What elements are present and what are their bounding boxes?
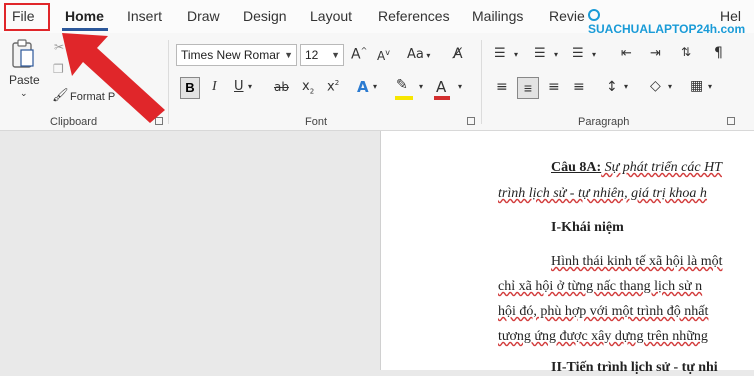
red-arrow-annotation: [62, 33, 165, 123]
